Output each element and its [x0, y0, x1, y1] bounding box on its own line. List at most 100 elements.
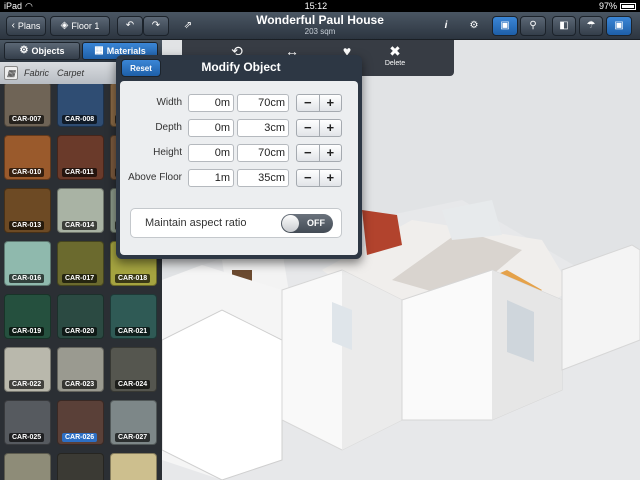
height-label: Height	[153, 147, 182, 158]
popup-title: Modify Object	[201, 60, 281, 74]
floor-label: Floor 1	[71, 21, 100, 31]
swatch-label: CAR-021	[115, 327, 151, 336]
share-button[interactable]: ⇗	[176, 16, 200, 36]
aspect-ratio-row: Maintain aspect ratio OFF	[130, 208, 342, 238]
depth-decrement-button[interactable]: −	[297, 120, 320, 136]
settings-button[interactable]: ⚙	[464, 16, 484, 36]
3d-full-view-button[interactable]: ▣	[606, 16, 632, 36]
gear-icon: ⚙	[469, 20, 479, 31]
material-swatch[interactable]: CAR-025	[4, 400, 51, 445]
material-swatch[interactable]: CAR-023	[57, 347, 104, 392]
aspect-ratio-label: Maintain aspect ratio	[145, 217, 247, 229]
material-swatch[interactable]: CAR-008	[57, 84, 104, 127]
info-icon: i	[444, 20, 448, 31]
close-icon: ✖	[389, 43, 401, 59]
battery-icon	[619, 2, 636, 10]
width-stepper: − +	[296, 94, 342, 112]
cube-icon: ▣	[614, 20, 624, 31]
height-decrement-button[interactable]: −	[297, 145, 320, 161]
swatch-label: CAR-019	[9, 327, 45, 336]
above-floor-meters-field[interactable]: 1m	[188, 169, 234, 187]
width-centimeters-field[interactable]: 70cm	[237, 94, 289, 112]
undo-button[interactable]: ↶	[117, 16, 143, 36]
app-window: iPad ◠ 15:12 97% ‹ Plans ◈ Floor 1 ↶ ↷ ⇗…	[0, 0, 640, 480]
material-swatch[interactable]: CAR-022	[4, 347, 51, 392]
height-meters-field[interactable]: 0m	[188, 144, 234, 162]
above-floor-row: Above Floor 1m 35cm − +	[120, 168, 358, 188]
delete-button[interactable]: ✖ Delete	[370, 44, 420, 67]
redo-button[interactable]: ↷	[143, 16, 169, 36]
width-decrement-button[interactable]: −	[297, 95, 320, 111]
modify-object-popup: Reset Modify Object Width 0m 70cm − + De…	[116, 55, 362, 259]
material-swatch[interactable]: CAR-016	[4, 241, 51, 286]
wifi-icon: ◠	[25, 0, 33, 11]
project-area: 203 sqm	[304, 27, 336, 36]
info-button[interactable]: i	[436, 16, 456, 36]
material-swatch[interactable]: CAR-013	[4, 188, 51, 233]
swatch-label: CAR-020	[62, 327, 98, 336]
depth-centimeters-field[interactable]: 3cm	[237, 119, 289, 137]
reset-button[interactable]: Reset	[121, 59, 161, 77]
status-bar: iPad ◠ 15:12 97%	[0, 0, 640, 12]
material-swatch[interactable]: CAR-007	[4, 84, 51, 127]
above-floor-centimeters-field[interactable]: 35cm	[237, 169, 289, 187]
width-increment-button[interactable]: +	[320, 95, 342, 111]
breadcrumb-carpet[interactable]: Carpet	[57, 68, 84, 78]
swatch-label: CAR-007	[9, 115, 45, 124]
material-swatch[interactable]: CAR-020	[57, 294, 104, 339]
chevron-left-icon: ‹	[11, 20, 15, 31]
walking-person-icon: ⚲	[529, 20, 537, 31]
device-name: iPad	[4, 1, 23, 11]
height-increment-button[interactable]: +	[320, 145, 342, 161]
plans-back-button[interactable]: ‹ Plans	[6, 16, 46, 36]
split-view-button[interactable]: ◧	[552, 16, 576, 36]
height-centimeters-field[interactable]: 70cm	[237, 144, 289, 162]
material-swatch[interactable]: CAR-029	[57, 453, 104, 480]
above-floor-increment-button[interactable]: +	[320, 170, 342, 186]
swatch-label: CAR-025	[9, 433, 45, 442]
toggle-knob	[282, 215, 299, 232]
clock: 15:12	[304, 1, 328, 11]
material-swatch[interactable]: CAR-014	[57, 188, 104, 233]
undo-icon: ↶	[125, 20, 135, 31]
material-swatch[interactable]: CAR-021	[110, 294, 157, 339]
material-swatch[interactable]: CAR-011	[57, 135, 104, 180]
cube-icon: ▣	[500, 20, 510, 31]
grid-icon[interactable]: ▦	[4, 66, 18, 80]
material-swatch[interactable]: CAR-019	[4, 294, 51, 339]
walk-mode-button[interactable]: ⚲	[520, 16, 546, 36]
3d-view-button[interactable]: ▣	[492, 16, 518, 36]
floor-selector-button[interactable]: ◈ Floor 1	[50, 16, 110, 36]
above-floor-decrement-button[interactable]: −	[297, 170, 320, 186]
breadcrumb-fabric[interactable]: Fabric	[24, 68, 49, 78]
lighting-button[interactable]: ☂	[579, 16, 603, 36]
depth-meters-field[interactable]: 0m	[188, 119, 234, 137]
swatch-label: CAR-027	[115, 433, 151, 442]
toggle-state-label: OFF	[307, 218, 325, 228]
swatch-label: CAR-011	[62, 168, 97, 177]
material-swatch[interactable]: CAR-028	[4, 453, 51, 480]
aspect-ratio-toggle[interactable]: OFF	[281, 214, 333, 233]
gear-icon: ⚙	[19, 45, 29, 56]
share-icon: ⇗	[183, 20, 193, 31]
swatch-label: CAR-010	[9, 168, 45, 177]
material-swatch[interactable]: CAR-024	[110, 347, 157, 392]
material-swatch[interactable]: CAR-030	[110, 453, 157, 480]
grid-icon: ▦	[94, 45, 104, 56]
delete-label: Delete	[384, 60, 406, 67]
swatch-label: CAR-017	[62, 274, 98, 283]
material-swatch[interactable]: CAR-026	[57, 400, 104, 445]
depth-label: Depth	[155, 122, 182, 133]
redo-icon: ↷	[151, 20, 161, 31]
material-swatch[interactable]: CAR-017	[57, 241, 104, 286]
material-swatch[interactable]: CAR-027	[110, 400, 157, 445]
swatch-label: CAR-014	[62, 221, 98, 230]
tab-objects[interactable]: ⚙ Objects	[4, 42, 80, 60]
depth-increment-button[interactable]: +	[320, 120, 342, 136]
split-view-icon: ◧	[559, 20, 569, 31]
swatch-label: CAR-026	[62, 433, 98, 442]
material-swatch[interactable]: CAR-010	[4, 135, 51, 180]
swatch-label: CAR-016	[9, 274, 45, 283]
width-meters-field[interactable]: 0m	[188, 94, 234, 112]
width-row: Width 0m 70cm − +	[120, 93, 358, 113]
